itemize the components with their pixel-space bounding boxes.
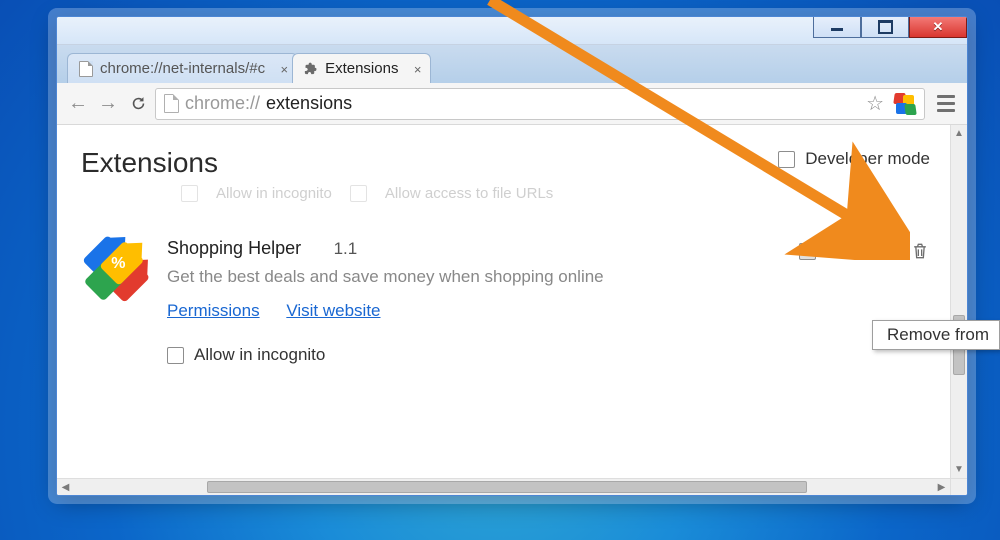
tab-close-button[interactable]: × xyxy=(414,62,422,77)
puzzle-icon xyxy=(303,61,318,76)
visit-website-link[interactable]: Visit website xyxy=(286,301,380,320)
tab-strip: chrome://net-internals/#c × Extensions × xyxy=(57,45,967,83)
chrome-menu-button[interactable] xyxy=(933,91,959,117)
window-minimize-button[interactable] xyxy=(813,16,861,38)
enabled-label: Enabled xyxy=(830,241,896,261)
forward-button[interactable]: → xyxy=(95,91,121,117)
url-scheme: chrome:// xyxy=(185,93,260,114)
reload-button[interactable] xyxy=(125,91,151,117)
document-icon xyxy=(78,61,93,76)
back-button[interactable]: ← xyxy=(65,91,91,117)
scroll-corner xyxy=(950,478,967,495)
window-close-button[interactable] xyxy=(909,16,967,38)
tab-net-internals[interactable]: chrome://net-internals/#c × xyxy=(67,53,298,83)
shopping-helper-extension-icon[interactable] xyxy=(894,93,916,115)
allow-incognito-checkbox[interactable] xyxy=(167,347,184,364)
allow-incognito-toggle[interactable]: Allow in incognito xyxy=(167,345,779,365)
page-icon xyxy=(164,94,179,113)
bookmark-star-icon[interactable]: ☆ xyxy=(866,91,884,116)
developer-mode-label: Developer mode xyxy=(805,149,930,169)
window-maximize-button[interactable] xyxy=(861,16,909,38)
remove-tooltip: Remove from xyxy=(872,320,1000,350)
developer-mode-toggle[interactable]: Developer mode xyxy=(778,149,930,169)
tab-close-button[interactable]: × xyxy=(280,62,288,77)
browser-window: chrome://net-internals/#c × Extensions ×… xyxy=(56,16,968,496)
window-titlebar xyxy=(57,17,967,45)
tab-title: Extensions xyxy=(325,60,398,77)
extension-version: 1.1 xyxy=(334,239,358,258)
scroll-thumb[interactable] xyxy=(207,481,807,493)
allow-incognito-label: Allow in incognito xyxy=(194,345,325,365)
extension-name: Shopping Helper xyxy=(167,238,301,258)
tab-extensions[interactable]: Extensions × xyxy=(292,53,431,83)
address-bar[interactable]: chrome:// extensions ☆ xyxy=(155,88,925,120)
page-viewport: Extensions Developer mode Allow in incog… xyxy=(57,125,967,495)
vertical-scrollbar[interactable]: ▲▼ xyxy=(950,125,967,478)
permissions-link[interactable]: Permissions xyxy=(167,301,260,320)
previous-extension-options: Allow in incognito Allow access to file … xyxy=(181,185,930,202)
horizontal-scrollbar[interactable]: ◀▶ xyxy=(57,478,967,495)
trash-icon[interactable] xyxy=(910,240,930,262)
toolbar: ← → chrome:// extensions ☆ xyxy=(57,83,967,125)
extension-description: Get the best deals and save money when s… xyxy=(167,267,779,287)
developer-mode-checkbox[interactable] xyxy=(778,151,795,168)
extension-item: % Shopping Helper 1.1 Get the best deals… xyxy=(81,238,930,365)
extension-logo: % xyxy=(76,233,152,309)
enabled-checkbox[interactable] xyxy=(799,243,816,260)
tab-title: chrome://net-internals/#c xyxy=(100,60,265,77)
url-path: extensions xyxy=(266,93,352,114)
